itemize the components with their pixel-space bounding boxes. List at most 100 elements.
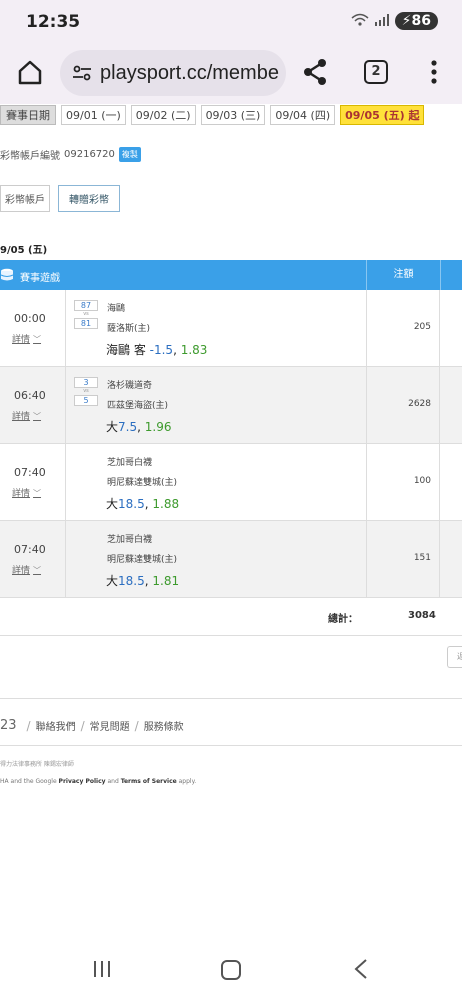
- table-row: 00:00 詳情 ﹀ 87 vs 81 海鷗 薩洛斯(主) 海鷗 客 -1.5, …: [0, 290, 462, 367]
- date-option[interactable]: 09/04 (四): [270, 105, 336, 125]
- bet-pick: 大7.5, 1.96: [106, 420, 172, 434]
- bet-amount: 151: [413, 553, 431, 563]
- share-icon[interactable]: [302, 58, 328, 86]
- home-icon[interactable]: [16, 58, 44, 86]
- bet-amount: 2628: [408, 399, 431, 409]
- amount-cell: 205: [366, 290, 440, 367]
- pick-odds: 1.81: [152, 574, 180, 588]
- away-team: 洛杉磯道奇: [107, 381, 153, 391]
- bet-pick: 海鷗 客 -1.5, 1.83: [106, 343, 208, 357]
- account-number: 09216720: [64, 149, 115, 160]
- recent-apps-icon[interactable]: [93, 960, 111, 978]
- pick-prefix: 大: [106, 497, 119, 511]
- details-label: 詳情: [12, 489, 31, 499]
- details-link[interactable]: 詳情 ﹀: [12, 486, 41, 499]
- tab-transfer[interactable]: 轉贈彩幣: [58, 185, 120, 212]
- recaptcha-notice: HA and the Google Privacy Policy and Ter…: [0, 778, 196, 785]
- tab-wallet[interactable]: 彩幣帳戶: [0, 185, 50, 212]
- back-icon[interactable]: [353, 958, 369, 980]
- time-cell: 07:40 詳情 ﹀: [0, 444, 66, 521]
- total-label: 總計：: [328, 614, 358, 625]
- system-nav-bar: [0, 944, 462, 1000]
- more-menu-icon[interactable]: [424, 58, 444, 86]
- legal-counsel: 得力法律事務所 陳錫宏律師: [0, 761, 74, 768]
- details-link[interactable]: 詳情 ﹀: [12, 332, 41, 345]
- chevron-down-icon: ﹀: [33, 335, 42, 344]
- game-time: 07:40: [14, 466, 46, 479]
- privacy-policy-link[interactable]: Privacy Policy: [59, 778, 106, 785]
- total-value: 3084: [408, 610, 436, 621]
- score-home: 81: [74, 318, 98, 329]
- away-team: 芝加哥白襪: [107, 458, 153, 468]
- home-team: 匹茲堡海盜(主): [107, 401, 169, 411]
- recaptcha-and: and: [105, 778, 121, 785]
- date-option-selected[interactable]: 09/05 (五) 起: [340, 105, 425, 125]
- footer-divider: [0, 698, 462, 699]
- day-heading: 9/05 (五): [0, 245, 48, 256]
- table-header: 賽事遊戲 注額: [0, 260, 462, 290]
- game-time: 06:40: [14, 389, 46, 402]
- score-away: 3: [74, 377, 98, 388]
- home-team: 明尼蘇達雙城(主): [107, 478, 178, 488]
- pick-odds: 1.88: [152, 497, 180, 511]
- chevron-down-icon: ﹀: [33, 412, 42, 421]
- header-games: 賽事遊戲: [20, 273, 60, 284]
- footer-link-faq[interactable]: 常見問題: [90, 718, 130, 733]
- amount-cell: 151: [366, 521, 440, 598]
- amount-cell: 2628: [366, 367, 440, 444]
- details-label: 詳情: [12, 335, 31, 345]
- bet-pick: 大18.5, 1.81: [106, 574, 180, 588]
- tab-switcher-button[interactable]: 2: [364, 60, 388, 84]
- pick-prefix: 海鷗 客: [106, 343, 146, 357]
- system-icons: ⚡86: [351, 12, 438, 30]
- database-icon: [0, 268, 14, 281]
- vs-label: vs: [83, 311, 89, 317]
- footer-link-contact[interactable]: 聯絡我們: [36, 718, 76, 733]
- date-option[interactable]: 09/02 (二): [130, 105, 196, 125]
- date-filter: 賽事日期 09/01 (一) 09/02 (二) 09/03 (三) 09/04…: [0, 104, 462, 126]
- bet-amount: 100: [413, 476, 431, 486]
- account-info: 彩幣帳戶編號 09216720 複製: [0, 147, 141, 162]
- pick-odds: 1.96: [144, 420, 172, 434]
- url-text: playsport.cc/membe: [100, 61, 279, 84]
- copy-button[interactable]: 複製: [118, 147, 141, 162]
- pick-line: -1.5: [149, 343, 174, 357]
- details-link[interactable]: 詳情 ﹀: [12, 409, 41, 422]
- bet-pick: 大18.5, 1.88: [106, 497, 180, 511]
- pick-line: 7.5: [118, 420, 138, 434]
- details-label: 詳情: [12, 412, 31, 422]
- bets-table: 賽事遊戲 注額 00:00 詳情 ﹀ 87 vs 81 海鷗 薩洛斯(主) 海鷗 …: [0, 260, 462, 636]
- table-row: 06:40 詳情 ﹀ 3 vs 5 洛杉磯道奇 匹茲堡海盜(主) 大7.5, 1.…: [0, 367, 462, 444]
- site-settings-icon[interactable]: [70, 61, 94, 85]
- address-bar[interactable]: playsport.cc/membe: [60, 50, 286, 96]
- pick-line: 18.5: [118, 497, 145, 511]
- pick-prefix: 大: [106, 420, 119, 434]
- account-label: 彩幣帳戶編號: [0, 151, 60, 162]
- vs-label: vs: [83, 388, 89, 394]
- bet-amount: 205: [413, 322, 431, 332]
- recaptcha-text: HA and the Google: [0, 778, 59, 785]
- date-option[interactable]: 09/03 (三): [200, 105, 266, 125]
- table-row: 07:40 詳情 ﹀ 芝加哥白襪 明尼蘇達雙城(主) 大18.5, 1.88 10…: [0, 444, 462, 521]
- divider-slash: /: [134, 718, 139, 733]
- game-time: 07:40: [14, 543, 46, 556]
- status-bar: 12:35 ⚡86: [0, 0, 462, 44]
- terms-of-service-link[interactable]: Terms of Service: [121, 778, 177, 785]
- date-option[interactable]: 09/01 (一): [61, 105, 126, 125]
- home-nav-icon[interactable]: [221, 960, 241, 980]
- divider-slash: /: [26, 718, 31, 733]
- divider-slash: /: [80, 718, 85, 733]
- home-team: 明尼蘇達雙城(主): [107, 555, 178, 565]
- details-link[interactable]: 詳情 ﹀: [12, 563, 41, 576]
- header-amount: 注額: [366, 260, 440, 290]
- signal-icon: [374, 13, 389, 29]
- pick-odds: 1.83: [180, 343, 208, 357]
- battery-indicator: ⚡86: [394, 12, 438, 30]
- side-tab-button[interactable]: 返: [447, 646, 462, 668]
- game-time: 00:00: [14, 312, 46, 325]
- time-cell: 06:40 詳情 ﹀: [0, 367, 66, 444]
- details-label: 詳情: [12, 566, 31, 576]
- table-row: 07:40 詳情 ﹀ 芝加哥白襪 明尼蘇達雙城(主) 大18.5, 1.81 15…: [0, 521, 462, 598]
- account-tabs: 彩幣帳戶 轉贈彩幣: [0, 185, 120, 212]
- footer-link-terms[interactable]: 服務條款: [144, 718, 184, 733]
